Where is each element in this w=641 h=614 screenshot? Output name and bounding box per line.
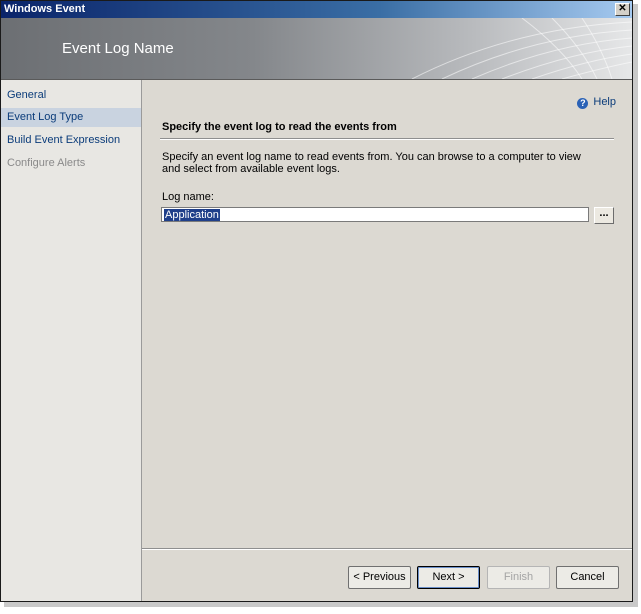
previous-button[interactable]: < Previous [348,566,411,589]
help-label: Help [593,96,616,108]
heading-divider [160,138,614,140]
nav-item-build-event-expression[interactable]: Build Event Expression [1,131,141,150]
window-title: Windows Event [4,3,86,15]
banner-decoration [411,18,632,79]
window-shadow-bottom [4,602,638,607]
log-name-label: Log name: [162,191,214,203]
help-icon: ? [577,98,589,109]
content-panel: ? Help Specify the event log to read the … [142,80,632,601]
help-link[interactable]: ? Help [577,96,616,109]
nav-item-event-log-type[interactable]: Event Log Type [1,108,141,127]
finish-button: Finish [487,566,550,589]
close-icon: ✕ [618,3,627,14]
log-name-value: Application [164,209,220,221]
nav-item-configure-alerts: Configure Alerts [7,157,86,169]
page-title: Event Log Name [62,40,174,57]
title-bar: Windows Event ✕ [1,1,632,18]
log-name-input[interactable]: Application [161,207,589,222]
footer-divider [142,548,632,550]
close-button[interactable]: ✕ [615,3,630,16]
cancel-button[interactable]: Cancel [556,566,619,589]
header-banner: Event Log Name [1,18,632,80]
wizard-nav: General Event Log Type Build Event Expre… [1,80,142,601]
nav-item-general[interactable]: General [1,86,141,105]
wizard-window: Windows Event ✕ Event Log Name General E… [0,0,633,602]
browse-button[interactable]: ... [594,207,614,224]
section-heading: Specify the event log to read the events… [162,121,397,133]
next-button[interactable]: Next > [417,566,480,589]
section-description: Specify an event log name to read events… [162,151,581,175]
window-shadow-right [633,4,638,606]
